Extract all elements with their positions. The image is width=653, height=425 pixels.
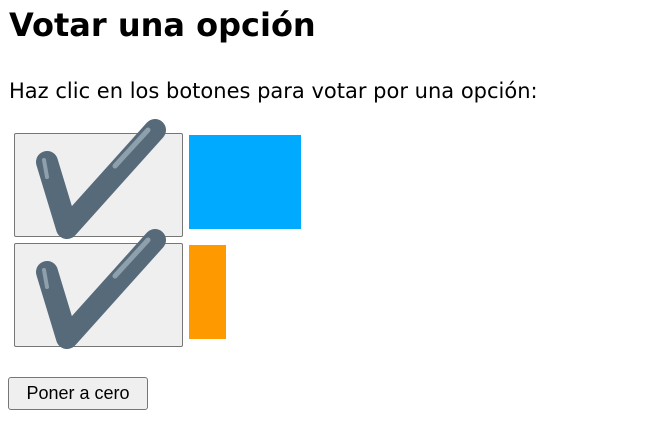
vote-button-option-2[interactable] — [14, 229, 183, 349]
vote-button-option-1[interactable] — [14, 119, 183, 239]
reset-button[interactable]: Poner a cero — [8, 377, 148, 410]
vote-bar-option-2 — [189, 245, 226, 339]
vote-bar-option-1 — [189, 135, 301, 229]
vote-option-1 — [14, 119, 414, 239]
checkmark-icon — [36, 229, 166, 349]
instructions-text: Haz clic en los botones para votar por u… — [9, 79, 538, 103]
checkmark-icon — [36, 119, 166, 239]
vote-option-2 — [14, 229, 414, 349]
page-title: Votar una opción — [9, 6, 316, 44]
